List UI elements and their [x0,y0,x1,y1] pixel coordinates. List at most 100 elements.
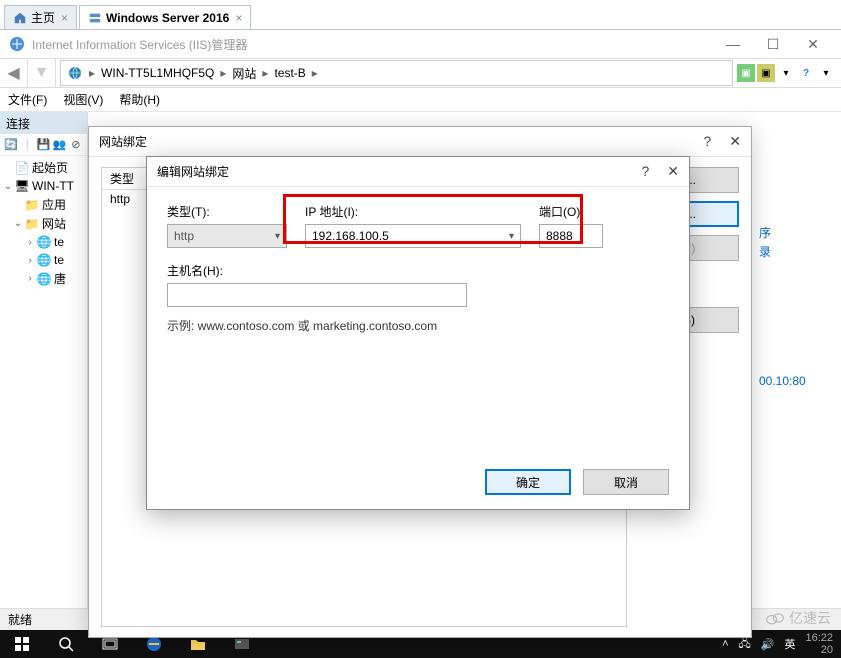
nav-tool-2-icon[interactable]: ▣ [757,64,775,82]
tree-sites[interactable]: ⌄ 📁 网站 [2,214,85,233]
site-icon: 🌐 [36,252,52,268]
tree-site-1-label: te [54,235,64,249]
tree-site-2[interactable]: › 🌐 te [2,251,85,269]
tab-home-label: 主页 [31,9,55,26]
breadcrumb-path[interactable]: ▸ WIN-TT5L1MHQF5Q ▸ 网站 ▸ test-B ▸ [60,60,733,86]
host-icon: 🖥 [14,178,30,194]
breadcrumb-host[interactable]: WIN-TT5L1MHQF5Q [97,66,218,80]
menu-help[interactable]: 帮助(H) [119,91,160,108]
search-icon [58,636,74,652]
ok-button[interactable]: 确定 [485,469,571,495]
task-view-icon [102,636,118,652]
action-link-1[interactable]: 序 [759,224,837,241]
tray-volume-icon[interactable]: 🔊 [761,638,775,651]
breadcrumb-site[interactable]: test-B [270,66,309,80]
ime-indicator[interactable]: 英 [784,636,795,652]
ip-value: 192.168.100.5 [312,229,389,243]
breadcrumb-sites[interactable]: 网站 [228,65,260,82]
port-input[interactable] [539,224,603,248]
window-maximize-icon[interactable]: ☐ [753,36,793,53]
expand-icon[interactable]: › [24,237,36,248]
expand-icon[interactable]: ⌄ [12,218,24,229]
edit-title-bar: 编辑网站绑定 ? ✕ [147,157,689,187]
bindings-help-icon[interactable]: ? [703,133,711,150]
status-text: 就绪 [8,611,32,628]
menu-bar: 文件(F) 视图(V) 帮助(H) [0,88,841,112]
menu-view[interactable]: 视图(V) [63,91,103,108]
connections-tree: 📄 起始页 ⌄ 🖥 WIN-TT 📁 应用 ⌄ 📁 网站 › 🌐 t [0,156,87,290]
globe-icon [67,65,83,81]
tree-sites-label: 网站 [42,215,66,232]
tree-app-pools[interactable]: 📁 应用 [2,195,85,214]
action-browse-link[interactable]: 00.10:80 [759,374,837,388]
tree-host-label: WIN-TT [32,179,74,193]
tree-site-1[interactable]: › 🌐 te [2,233,85,251]
nav-tool-1-icon[interactable]: ▣ [737,64,755,82]
clock-date[interactable]: 20 [805,644,833,656]
home-icon [13,11,27,25]
host-input[interactable] [167,283,467,307]
actions-panel: 序 录 00.10:80 [755,112,841,610]
port-label: 端口(O): [539,203,603,220]
watermark-logo-icon [765,611,785,625]
site-icon: 🌐 [36,234,52,250]
search-button[interactable] [44,630,88,658]
tree-site-2-label: te [54,253,64,267]
tree-host[interactable]: ⌄ 🖥 WIN-TT [2,177,85,195]
site-icon: 🌐 [36,271,52,287]
sites-folder-icon: 📁 [24,216,40,232]
conn-save-icon[interactable]: 💾 [36,137,50,153]
nav-help-icon[interactable]: ? [797,64,815,82]
expand-icon[interactable]: › [24,255,36,266]
tab-server[interactable]: Windows Server 2016 × [79,5,251,29]
tab-server-label: Windows Server 2016 [106,11,229,25]
windows-icon [14,636,30,652]
breadcrumb-sep-icon: ▸ [310,66,320,80]
window-title-bar: Internet Information Services (IIS)管理器 —… [0,30,841,58]
edit-close-icon[interactable]: ✕ [667,163,679,180]
connections-header: 连接 [0,112,87,134]
action-link-2[interactable]: 录 [759,243,837,260]
connections-panel: 连接 🔄 | 💾 👥 ⊘ 📄 起始页 ⌄ 🖥 WIN-TT 📁 应用 [0,112,88,610]
nav-help-dropdown-icon[interactable]: ▾ [817,64,835,82]
ip-select[interactable]: 192.168.100.5 ▾ [305,224,521,248]
chevron-down-icon[interactable]: ▾ [509,231,514,242]
tab-home[interactable]: 主页 × [4,5,77,29]
nav-tool-dropdown-icon[interactable]: ▾ [777,64,795,82]
tree-site-3-label: 唐 [54,270,66,287]
edit-dialog-title: 编辑网站绑定 [157,163,229,180]
iis-icon [8,35,26,53]
tree-start-page[interactable]: 📄 起始页 [2,158,85,177]
server-icon [88,11,102,25]
breadcrumb-sep-icon: ▸ [218,66,228,80]
menu-file[interactable]: 文件(F) [8,91,47,108]
browser-tab-strip: 主页 × Windows Server 2016 × [0,0,841,30]
bindings-close-icon[interactable]: ✕ [729,133,741,150]
edit-help-icon[interactable]: ? [641,163,649,180]
window-close-icon[interactable]: ✕ [793,36,833,53]
conn-reconnect-icon[interactable]: 🔄 [4,137,18,153]
type-label: 类型(T): [167,203,287,220]
window-minimize-icon[interactable]: — [713,36,753,53]
expand-icon[interactable]: ⌄ [2,181,14,192]
nav-forward-icon[interactable]: ▼ [28,59,56,87]
app-pool-icon: 📁 [24,197,40,213]
clock-time[interactable]: 16:22 [805,632,833,644]
window-title-text: Internet Information Services (IIS)管理器 [32,36,247,53]
breadcrumb-sep-icon: ▸ [260,66,270,80]
tray-up-icon[interactable]: ˄ [722,638,728,650]
conn-group-icon[interactable]: 👥 [53,137,67,153]
host-label: 主机名(H): [167,262,669,279]
tree-site-3[interactable]: › 🌐 唐 [2,269,85,288]
expand-icon[interactable]: › [24,273,36,284]
tree-app-pools-label: 应用 [42,196,66,213]
start-page-icon: 📄 [14,160,30,176]
chevron-down-icon: ▾ [275,231,280,242]
start-button[interactable] [0,630,44,658]
tab-home-close-icon[interactable]: × [61,11,68,25]
conn-stop-icon[interactable]: ⊘ [69,137,83,153]
host-example: 示例: www.contoso.com 或 marketing.contoso.… [167,317,669,334]
cancel-button[interactable]: 取消 [583,469,669,495]
tab-server-close-icon[interactable]: × [235,11,242,25]
nav-back-icon[interactable]: ◀ [0,59,28,87]
